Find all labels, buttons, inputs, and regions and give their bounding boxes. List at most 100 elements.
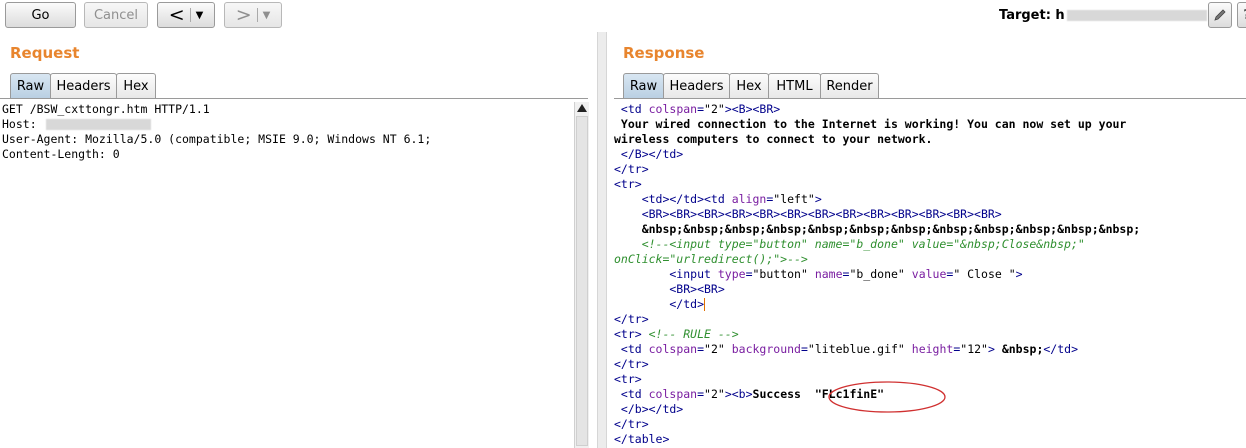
code-token: " Close " bbox=[953, 267, 1016, 281]
response-tab-underline bbox=[614, 98, 1246, 99]
highlight-circle bbox=[828, 381, 946, 413]
code-token: </tr> bbox=[614, 357, 649, 371]
code-token: "left" bbox=[773, 192, 815, 206]
code-token: name bbox=[807, 267, 843, 281]
divider bbox=[256, 8, 258, 22]
code-token: colspan bbox=[648, 102, 698, 116]
code-line: Your wired connection to the Internet is… bbox=[614, 117, 1246, 132]
code-line: onClick="urlredirect();">--> bbox=[614, 252, 1246, 267]
chevron-left-icon: < bbox=[168, 3, 185, 26]
response-tab-html[interactable]: HTML bbox=[768, 73, 821, 99]
code-token: </td> bbox=[614, 297, 705, 311]
code-token: background bbox=[724, 342, 801, 356]
pencil-icon bbox=[1214, 9, 1226, 21]
code-token: = bbox=[697, 387, 705, 401]
code-token: <tr> bbox=[614, 177, 642, 191]
request-tab-raw[interactable]: Raw bbox=[10, 73, 51, 99]
code-token: align bbox=[731, 192, 767, 206]
scroll-up-icon[interactable] bbox=[577, 104, 587, 112]
code-line: </tr> bbox=[614, 162, 1246, 177]
code-token: > bbox=[1015, 267, 1023, 281]
forward-button[interactable]: > ▼ bbox=[224, 2, 282, 28]
code-line: <BR><BR> bbox=[614, 282, 1246, 297]
code-token: </b></td> bbox=[614, 402, 684, 416]
code-token: ><b> bbox=[724, 387, 753, 401]
code-token: User-Agent: Mozilla/5.0 (compatible; MSI… bbox=[2, 132, 432, 146]
code-line: Content-Length: 0 bbox=[2, 147, 572, 162]
request-tab-headers[interactable]: Headers bbox=[50, 73, 117, 99]
response-tab-raw[interactable]: Raw bbox=[623, 73, 664, 99]
code-token: </td> bbox=[1043, 342, 1078, 356]
code-token: > bbox=[814, 192, 822, 206]
code-line: </tr> bbox=[614, 417, 1246, 432]
code-token: Content-Length: 0 bbox=[2, 147, 120, 161]
edit-target-button[interactable] bbox=[1208, 2, 1232, 28]
cancel-button[interactable]: Cancel bbox=[84, 2, 148, 28]
code-line: <td></td><td align="left"> bbox=[614, 192, 1246, 207]
scroll-thumb[interactable] bbox=[576, 116, 588, 446]
code-line: <td colspan="2"><B><BR> bbox=[614, 102, 1246, 117]
code-line: &nbsp;&nbsp;&nbsp;&nbsp;&nbsp;&nbsp;&nbs… bbox=[614, 222, 1246, 237]
code-token: </tr> bbox=[614, 312, 649, 326]
response-tab-hex[interactable]: Hex bbox=[729, 73, 769, 99]
code-token: <!-- RULE --> bbox=[648, 327, 739, 341]
code-token: "liteblue.gif" bbox=[807, 342, 905, 356]
code-token: <!--<input type="button" name="b_done" v… bbox=[614, 237, 1085, 251]
code-token: <td bbox=[614, 387, 649, 401]
code-token: <input bbox=[614, 267, 718, 281]
code-line: wireless computers to connect to your ne… bbox=[614, 132, 1246, 147]
code-token: <BR><BR> bbox=[614, 282, 725, 296]
code-token: type bbox=[717, 267, 746, 281]
pane-splitter[interactable] bbox=[597, 32, 607, 448]
request-tab-underline bbox=[0, 98, 588, 99]
redacted-value bbox=[45, 119, 151, 130]
target-label: Target: h33 bbox=[999, 8, 1227, 23]
code-line: <BR><BR><BR><BR><BR><BR><BR><BR><BR><BR>… bbox=[614, 207, 1246, 222]
code-line: </table> bbox=[614, 432, 1246, 447]
code-token: </B></td> bbox=[614, 147, 684, 161]
code-token: = bbox=[800, 342, 808, 356]
request-tab-hex[interactable]: Hex bbox=[116, 73, 156, 99]
response-tab-render[interactable]: Render bbox=[820, 73, 879, 99]
divider bbox=[189, 8, 191, 22]
code-token: <td></td><td bbox=[614, 192, 732, 206]
code-token: <tr> bbox=[614, 327, 649, 341]
code-line: GET /BSW_cxttongr.htm HTTP/1.1 bbox=[2, 102, 572, 117]
code-line: </tr> bbox=[614, 357, 1246, 372]
code-token: ><B><BR> bbox=[724, 102, 781, 116]
code-token: onClick="urlredirect();">--> bbox=[614, 252, 808, 266]
code-token: "12" bbox=[960, 342, 988, 356]
text-cursor bbox=[704, 298, 706, 311]
code-token: <tr> bbox=[614, 372, 642, 386]
code-token: = bbox=[697, 342, 705, 356]
code-token: "2" bbox=[704, 387, 725, 401]
code-line: <!--<input type="button" name="b_done" v… bbox=[614, 237, 1246, 252]
code-line: Host: bbox=[2, 117, 572, 132]
code-token: <BR><BR><BR><BR><BR><BR><BR><BR><BR><BR>… bbox=[614, 207, 1002, 221]
code-token: "button" bbox=[752, 267, 808, 281]
code-token: GET /BSW_cxttongr.htm HTTP/1.1 bbox=[2, 102, 210, 116]
code-token: colspan bbox=[648, 342, 698, 356]
code-token: </table> bbox=[614, 432, 670, 446]
response-title: Response bbox=[623, 44, 705, 62]
request-editor[interactable]: GET /BSW_cxttongr.htm HTTP/1.1 Host: User… bbox=[2, 102, 572, 448]
code-line: </tr> bbox=[614, 312, 1246, 327]
code-token: </tr> bbox=[614, 162, 649, 176]
code-token: value bbox=[904, 267, 947, 281]
code-token: <td bbox=[614, 342, 649, 356]
target-prefix: Target: h bbox=[999, 8, 1065, 23]
code-token: &nbsp; bbox=[1001, 342, 1044, 356]
request-scrollbar[interactable] bbox=[574, 102, 589, 448]
code-line: <tr> <!-- RULE --> bbox=[614, 327, 1246, 342]
chevron-right-icon: > bbox=[235, 3, 252, 26]
response-tab-headers[interactable]: Headers bbox=[663, 73, 730, 99]
target-redacted bbox=[1066, 10, 1207, 21]
code-token: "2" bbox=[704, 102, 725, 116]
back-button[interactable]: < ▼ bbox=[157, 2, 215, 28]
request-title: Request bbox=[10, 44, 80, 62]
code-line: </td> bbox=[614, 297, 1246, 312]
code-token: > bbox=[987, 342, 1002, 356]
help-button[interactable]: ? bbox=[1237, 2, 1246, 28]
go-button[interactable]: Go bbox=[5, 2, 76, 28]
code-line: <input type="button" name="b_done" value… bbox=[614, 267, 1246, 282]
